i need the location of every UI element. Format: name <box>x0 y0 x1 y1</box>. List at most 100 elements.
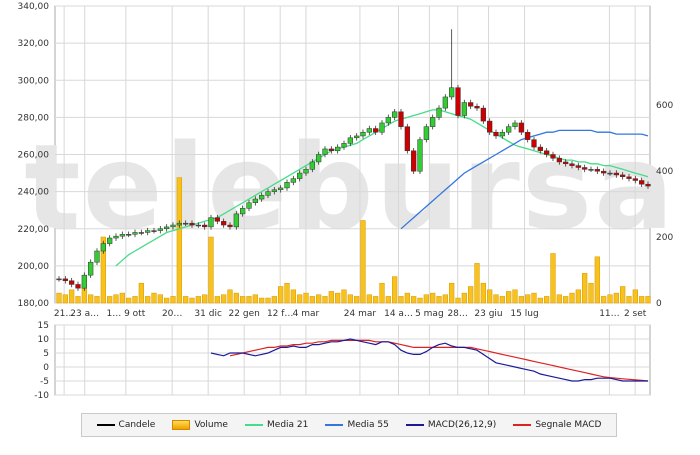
candle-body <box>468 102 474 107</box>
volume-bar <box>582 273 588 304</box>
volume-bar <box>88 294 94 304</box>
volume-bar <box>506 291 512 304</box>
volume-bar <box>379 282 385 304</box>
candle-body <box>423 126 429 140</box>
candle-body <box>284 182 290 189</box>
volume-bar <box>227 289 233 304</box>
volume-bar <box>290 289 296 304</box>
price-tick-label: 300,00 <box>18 76 50 86</box>
x-tick-label: 15 lug <box>510 309 538 319</box>
volume-bar <box>271 296 277 304</box>
volume-bar <box>297 294 303 304</box>
candle-body <box>518 122 524 133</box>
candle-body <box>107 237 113 244</box>
candle-body <box>392 111 398 118</box>
volume-tick-label: 400 <box>656 167 673 177</box>
price-tick-label: 200,00 <box>18 262 50 272</box>
candle-body <box>227 224 233 228</box>
candle-body <box>100 243 106 252</box>
x-tick-label: 20… <box>162 309 182 319</box>
candle-body <box>246 202 252 209</box>
candle-body <box>233 213 239 228</box>
candle-body <box>195 224 201 227</box>
candle-body <box>322 148 328 155</box>
candle-body <box>347 137 353 144</box>
volume-bar <box>335 292 341 304</box>
macd-tick-label: 10 <box>38 335 50 345</box>
volume-bar <box>607 294 613 304</box>
volume-bar <box>373 296 379 304</box>
volume-bar <box>75 296 81 304</box>
volume-bar <box>563 296 569 304</box>
legend-swatch-macd <box>405 424 424 426</box>
volume-bar <box>512 289 518 304</box>
volume-bar <box>474 263 480 304</box>
candle-body <box>639 180 645 185</box>
volume-bar <box>119 292 125 304</box>
volume-bar <box>430 292 436 304</box>
candle-body <box>360 131 366 137</box>
candle-body <box>506 126 512 133</box>
legend-label-candles: Candele <box>118 420 156 430</box>
x-tick-label: 28… <box>447 309 467 319</box>
legend-item-ma21[interactable]: Media 21 <box>245 420 308 430</box>
legend-swatch-ma55 <box>325 424 344 426</box>
volume-bar <box>366 294 372 304</box>
volume-bar <box>157 294 163 304</box>
legend-item-signal[interactable]: Segnale MACD <box>513 420 601 430</box>
volume-bar <box>423 294 429 304</box>
legend-label-ma55: Media 55 <box>347 420 389 430</box>
x-tick-label: 12 f… <box>267 309 293 319</box>
volume-bar <box>449 282 455 304</box>
volume-bar <box>493 294 499 304</box>
candle-body <box>436 107 442 118</box>
volume-bar <box>550 253 556 304</box>
volume-bar <box>417 297 423 304</box>
volume-bar <box>347 294 353 304</box>
candle-body <box>328 148 334 152</box>
volume-bar <box>398 296 404 304</box>
chart-container: telebursa 21… 23 a… 1… 9 ott 20… 31 dic 22 gen… <box>0 0 700 451</box>
candle-body <box>354 135 360 139</box>
candle-body <box>132 232 138 235</box>
candle-body <box>550 154 556 159</box>
volume-bar <box>164 297 170 304</box>
volume-bar <box>221 294 227 304</box>
volume-bar <box>575 289 581 304</box>
legend: Candele Volume Media 21 Media 55 MACD(26… <box>81 413 617 437</box>
x-tick-label: 23 giu <box>474 309 502 319</box>
volume-bar <box>151 292 157 304</box>
candle-body <box>341 143 347 148</box>
candle-body <box>537 146 543 152</box>
x-tick-label: 31 dic <box>194 309 222 319</box>
legend-item-macd[interactable]: MACD(26,12,9) <box>405 420 496 430</box>
legend-item-ma55[interactable]: Media 55 <box>325 420 389 430</box>
candle-body <box>62 278 68 281</box>
price-tick-label: 180,00 <box>18 299 50 309</box>
volume-bar <box>531 292 537 304</box>
legend-swatch-ma21 <box>245 424 264 426</box>
volume-bar <box>360 220 366 304</box>
candle-body <box>582 167 588 170</box>
volume-bar <box>252 294 258 304</box>
candle-body <box>385 117 391 124</box>
volume-bar <box>246 296 252 304</box>
volume-bar <box>411 296 417 304</box>
volume-bar <box>138 282 144 304</box>
macd-tick-label: 15 <box>38 321 49 331</box>
legend-swatch-candles <box>96 424 115 426</box>
volume-bar <box>468 286 474 304</box>
volume-bar <box>309 296 315 304</box>
candle-body <box>569 163 575 166</box>
x-tick-label: 14 a… <box>384 309 413 319</box>
volume-bar <box>455 297 461 304</box>
candle-body <box>221 221 227 226</box>
volume-bar <box>601 296 607 304</box>
volume-bar <box>341 289 347 304</box>
candle-body <box>455 87 461 116</box>
legend-item-volume[interactable]: Volume <box>172 420 228 430</box>
volume-bar <box>518 296 524 304</box>
volume-bar <box>259 297 265 304</box>
legend-item-candles[interactable]: Candele <box>96 420 156 430</box>
volume-bar <box>620 286 626 304</box>
